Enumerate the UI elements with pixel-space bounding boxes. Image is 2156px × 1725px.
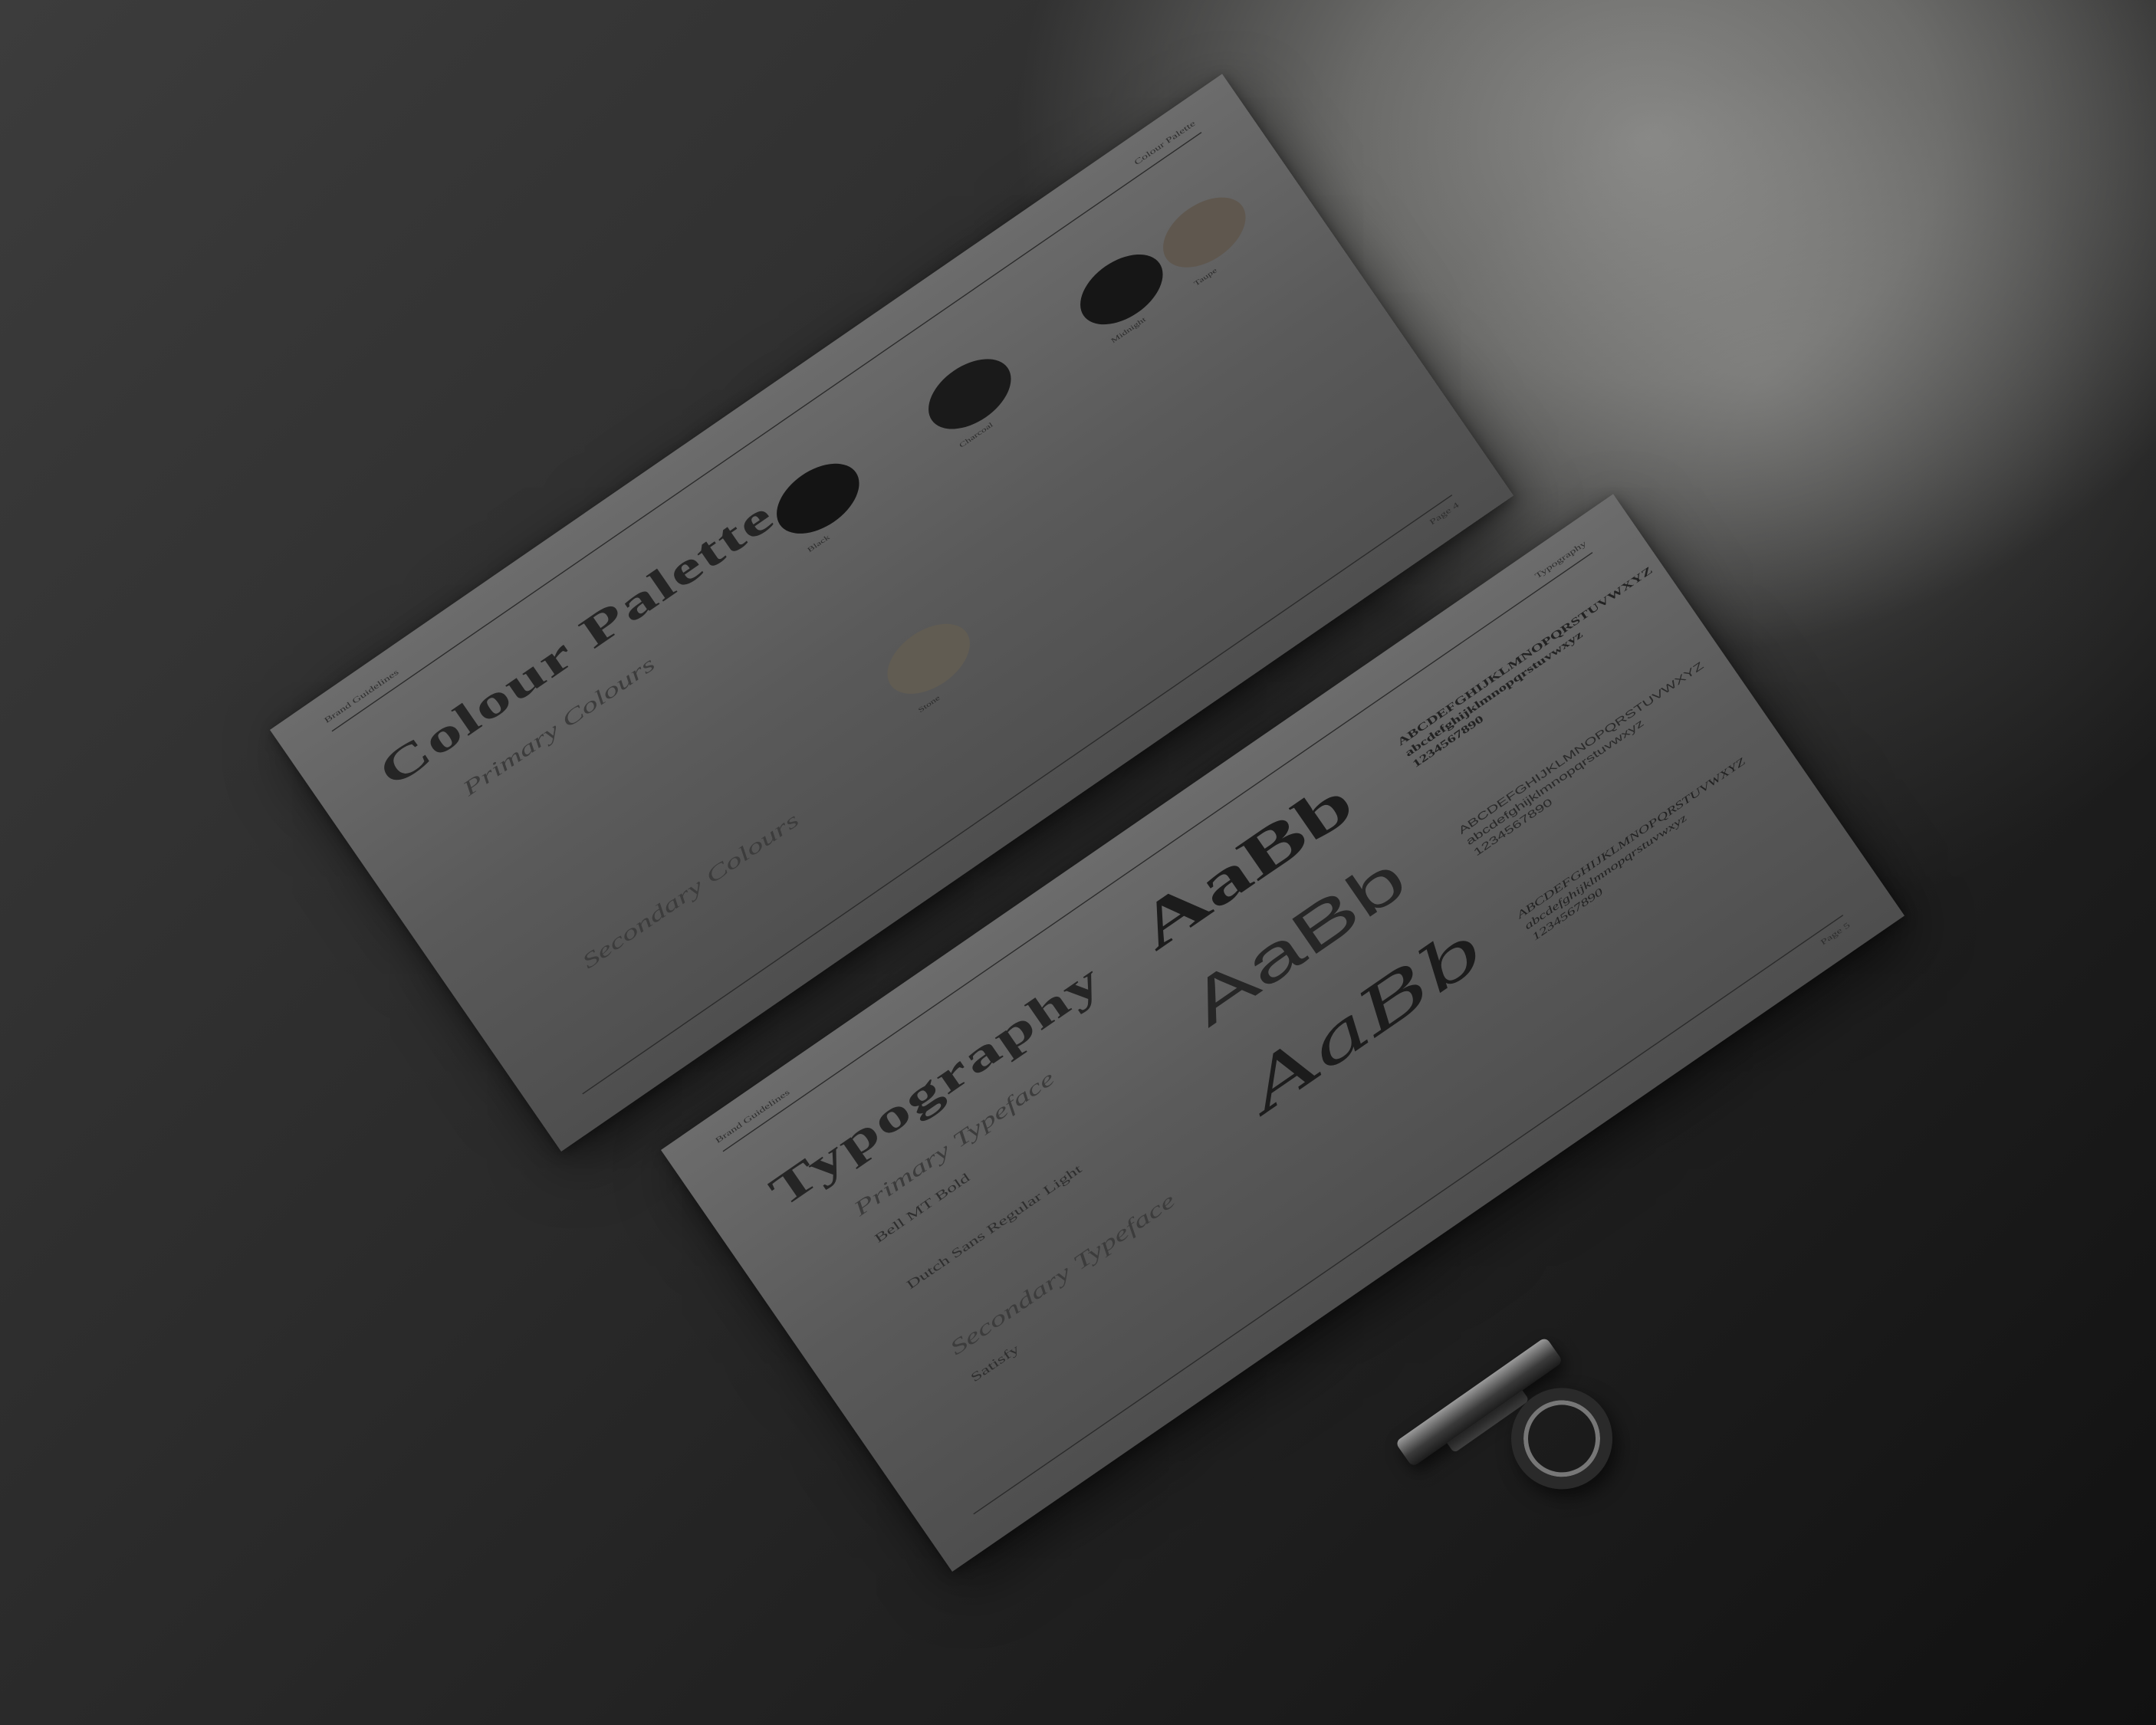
alphabet-lower: abcdefghijklmnopqrstuvwxyz [1402,629,1586,759]
swatch-label: Taupe [1192,266,1219,288]
binder-clip [1395,1319,1671,1586]
header-left: Brand Guidelines [323,668,401,725]
photo-background: Colour Palette Brand Guidelines Colour P… [0,0,2156,1725]
alphabet-lower: abcdefghijklmnopqrstuvwxyz [1464,717,1646,848]
page-number: Page 5 [1819,921,1852,948]
swatch-midnight [1067,240,1176,339]
secondary-heading: Secondary Colours [577,807,804,974]
swatch-taupe [1150,182,1259,282]
page-title: Colour Palette [369,490,784,797]
swatch-stone [874,610,983,708]
font-three-name: Satisfy [968,1342,1022,1385]
header-left: Brand Guidelines [714,1088,792,1145]
secondary-heading: Secondary Typeface [945,1188,1180,1360]
swatch-label: Stone [916,693,942,715]
alphabet-lower: abcdefghijklmnopqrstuvwxyz [1522,812,1689,932]
swatch-label: Black [806,533,831,554]
top-rule [331,132,1202,732]
page-number: Page 4 [1428,501,1461,527]
swatch-charcoal [915,344,1024,444]
